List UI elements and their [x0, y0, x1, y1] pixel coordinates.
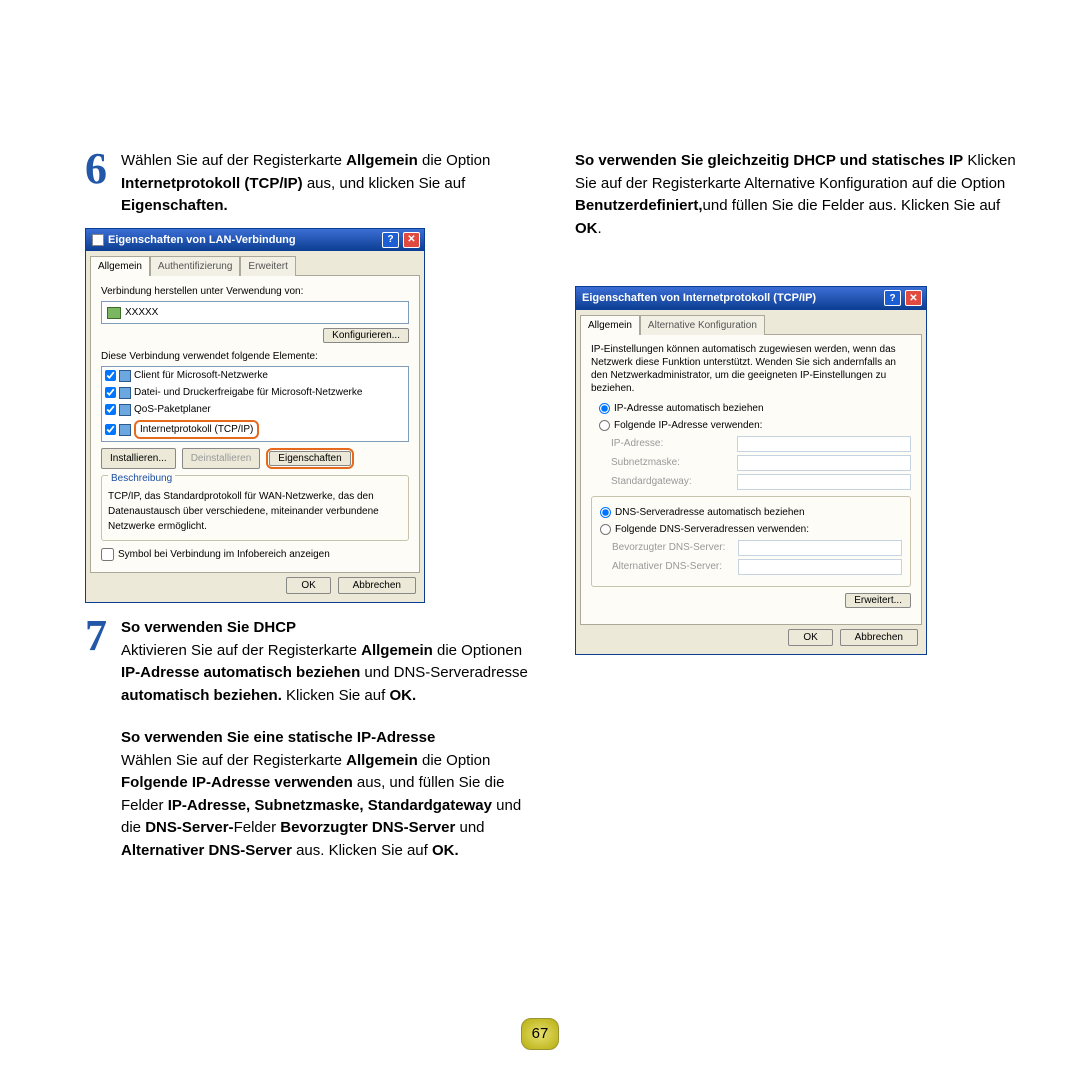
step7-text: So verwenden Sie DHCP Aktivieren Sie auf… [121, 617, 535, 862]
checkbox[interactable] [105, 404, 116, 415]
tab-erweitert[interactable]: Erweitert [240, 256, 295, 276]
cancel-button[interactable]: Abbrechen [840, 629, 918, 646]
tab-authentifizierung[interactable]: Authentifizierung [150, 256, 241, 276]
info-text: IP-Einstellungen können automatisch zuge… [591, 343, 911, 395]
radio[interactable] [600, 524, 611, 535]
titlebar: Eigenschaften von Internetprotokoll (TCP… [576, 287, 926, 310]
radio-ip-auto[interactable]: IP-Adresse automatisch beziehen [599, 401, 911, 416]
tcpip-properties-dialog: Eigenschaften von Internetprotokoll (TCP… [575, 286, 927, 655]
list-item[interactable]: Datei- und Druckerfreigabe für Microsoft… [102, 384, 408, 401]
configure-button[interactable]: Konfigurieren... [323, 328, 409, 343]
checkbox-label: Symbol bei Verbindung im Infobereich anz… [118, 547, 330, 562]
list-item[interactable]: Client für Microsoft-Netzwerke [102, 367, 408, 384]
elements-label: Diese Verbindung verwendet folgende Elem… [101, 349, 409, 364]
radio-label: IP-Adresse automatisch beziehen [614, 401, 764, 416]
component-icon [119, 387, 131, 399]
close-icon[interactable]: ✕ [905, 290, 922, 306]
connect-using-label: Verbindung herstellen unter Verwendung v… [101, 284, 409, 299]
radio[interactable] [599, 420, 610, 431]
preferred-dns-label: Bevorzugter DNS-Server: [612, 540, 732, 555]
radio-label: DNS-Serveradresse automatisch beziehen [615, 505, 805, 520]
static-ip-heading: So verwenden Sie eine statische IP-Adres… [121, 729, 435, 746]
radio-dns-manual[interactable]: Folgende DNS-Serveradressen verwenden: [600, 522, 902, 537]
component-icon [119, 404, 131, 416]
window-icon [92, 234, 104, 246]
ok-button[interactable]: OK [286, 577, 330, 594]
show-icon-checkbox[interactable]: Symbol bei Verbindung im Infobereich anz… [101, 547, 409, 562]
element-label: Datei- und Druckerfreigabe für Microsoft… [134, 385, 362, 400]
page-number: 67 [521, 1018, 560, 1051]
gateway-label: Standardgateway: [611, 474, 731, 489]
step-number-7: 7 [85, 617, 115, 862]
elements-list[interactable]: Client für Microsoft-Netzwerke Datei- un… [101, 366, 409, 442]
help-icon[interactable]: ? [884, 290, 901, 306]
step-number-6: 6 [85, 150, 115, 218]
cancel-button[interactable]: Abbrechen [338, 577, 416, 594]
tcpip-highlight: Internetprotokoll (TCP/IP) [134, 420, 259, 439]
uninstall-button: Deinstallieren [182, 448, 261, 469]
ok-button[interactable]: OK [788, 629, 832, 646]
tab-allgemein[interactable]: Allgemein [580, 315, 640, 335]
lan-properties-dialog: Eigenschaften von LAN-Verbindung ? ✕ All… [85, 228, 425, 604]
tab-allgemein[interactable]: Allgemein [90, 256, 150, 276]
checkbox[interactable] [105, 370, 116, 381]
subnet-mask-label: Subnetzmaske: [611, 455, 731, 470]
close-icon[interactable]: ✕ [403, 232, 420, 248]
list-item[interactable]: QoS-Paketplaner [102, 401, 408, 418]
gateway-input [737, 474, 911, 490]
element-label: Client für Microsoft-Netzwerke [134, 368, 268, 383]
window-title: Eigenschaften von Internetprotokoll (TCP… [582, 290, 880, 307]
dhcp-heading: So verwenden Sie DHCP [121, 619, 296, 636]
component-icon [119, 370, 131, 382]
install-button[interactable]: Installieren... [101, 448, 176, 469]
preferred-dns-input [738, 540, 902, 556]
subnet-mask-input [737, 455, 911, 471]
checkbox[interactable] [101, 548, 114, 561]
properties-button[interactable]: Eigenschaften [269, 451, 350, 466]
radio-ip-manual[interactable]: Folgende IP-Adresse verwenden: [599, 418, 911, 433]
checkbox[interactable] [105, 387, 116, 398]
alt-dns-input [738, 559, 902, 575]
adapter-box: XXXXX [101, 301, 409, 324]
properties-highlight: Eigenschaften [266, 448, 353, 469]
nic-icon [107, 307, 121, 319]
advanced-button[interactable]: Erweitert... [845, 593, 911, 608]
component-icon [119, 424, 131, 436]
tab-alternative-konfiguration[interactable]: Alternative Konfiguration [640, 315, 765, 335]
description-text: TCP/IP, das Standardprotokoll für WAN-Ne… [108, 489, 402, 534]
description-legend: Beschreibung [108, 473, 175, 484]
ip-address-input [737, 436, 911, 452]
radio[interactable] [600, 507, 611, 518]
list-item[interactable]: Internetprotokoll (TCP/IP) [102, 418, 408, 441]
checkbox[interactable] [105, 424, 116, 435]
titlebar: Eigenschaften von LAN-Verbindung ? ✕ [86, 229, 424, 252]
alt-dns-label: Alternativer DNS-Server: [612, 559, 732, 574]
ip-address-label: IP-Adresse: [611, 436, 731, 451]
dhcp-static-combo-text: So verwenden Sie gleichzeitig DHCP und s… [575, 150, 1025, 240]
element-label: QoS-Paketplaner [134, 402, 211, 417]
radio[interactable] [599, 403, 610, 414]
step6-text: Wählen Sie auf der Registerkarte Allgeme… [121, 150, 535, 218]
radio-label: Folgende IP-Adresse verwenden: [614, 418, 762, 433]
radio-label: Folgende DNS-Serveradressen verwenden: [615, 522, 809, 537]
adapter-name: XXXXX [125, 305, 158, 320]
help-icon[interactable]: ? [382, 232, 399, 248]
radio-dns-auto[interactable]: DNS-Serveradresse automatisch beziehen [600, 505, 902, 520]
window-title: Eigenschaften von LAN-Verbindung [108, 232, 378, 249]
